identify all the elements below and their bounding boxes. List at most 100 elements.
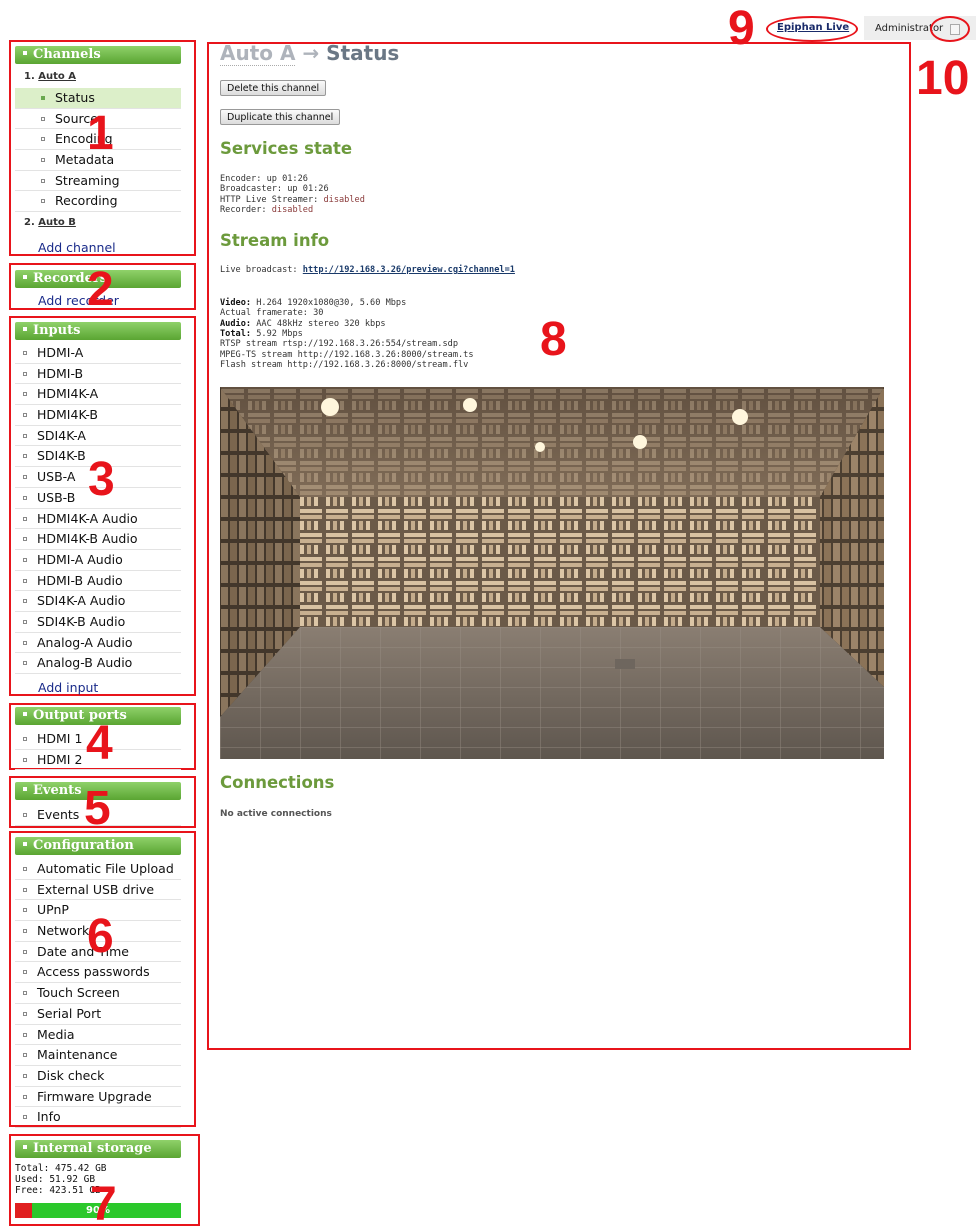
channel-nav-item-recording[interactable]: Recording <box>15 191 181 213</box>
broadcaster-status: Broadcaster: up 01:26 <box>220 184 329 195</box>
config-item-serial-port[interactable]: Serial Port <box>15 1004 181 1025</box>
input-item-label: HDMI-A <box>37 345 84 360</box>
bullet-square-icon <box>23 599 27 604</box>
config-item-label: Touch Screen <box>37 985 120 1001</box>
framerate-info: Actual framerate: 30 <box>220 308 324 319</box>
no-connections-text: No active connections <box>220 809 332 819</box>
storage-used: Used: 51.92 GB <box>15 1174 96 1185</box>
config-item-label: Media <box>37 1026 75 1042</box>
live-broadcast-link[interactable]: http://192.168.3.26/preview.cgi?channel=… <box>303 265 515 275</box>
duplicate-channel-button[interactable]: Duplicate this channel <box>220 109 341 125</box>
config-item-info[interactable]: Info <box>15 1107 181 1128</box>
input-item-hdmi-a-audio[interactable]: HDMI-A Audio <box>15 550 181 571</box>
input-item-hdmi4k-b-audio[interactable]: HDMI4K-B Audio <box>15 529 181 550</box>
audio-value: AAC 48kHz stereo 320 kbps <box>251 318 386 329</box>
storage-total: Total: 475.42 GB <box>15 1163 107 1174</box>
channel-nav-item-status[interactable]: Status <box>15 88 181 109</box>
input-item-hdmi-a[interactable]: HDMI-A <box>15 343 181 364</box>
channel-nav-item-label: Status <box>55 90 95 105</box>
config-item-external-usb-drive[interactable]: External USB drive <box>15 880 181 901</box>
services-state-heading: Services state <box>220 139 353 158</box>
bullet-square-icon <box>23 970 27 975</box>
bullet-square-icon <box>23 867 27 871</box>
config-item-touch-screen[interactable]: Touch Screen <box>15 983 181 1004</box>
annotation-number-9: 9 <box>728 2 755 55</box>
bullet-square-icon <box>23 392 27 397</box>
config-item-maintenance[interactable]: Maintenance <box>15 1045 181 1066</box>
annotation-number-5: 5 <box>84 782 111 835</box>
bullet-square-icon <box>23 757 27 762</box>
add-input-link[interactable]: Add input <box>38 680 98 695</box>
input-item-label: HDMI-B <box>37 365 84 381</box>
channels-panel-header[interactable]: Channels <box>15 46 181 64</box>
input-item-sdi4k-a[interactable]: SDI4K-A <box>15 426 181 447</box>
bullet-square-icon <box>23 495 27 500</box>
channel-2-link[interactable]: 2. Auto B <box>24 217 76 228</box>
annotation-number-3: 3 <box>88 453 115 506</box>
input-item-hdmi4k-b[interactable]: HDMI4K-B <box>15 405 181 426</box>
bullet-square-icon <box>23 1032 27 1037</box>
bullet-square-icon <box>23 537 27 542</box>
channel-nav-item-streaming[interactable]: Streaming <box>15 171 181 192</box>
hls-value: disabled <box>323 194 365 205</box>
input-item-analog-b-audio[interactable]: Analog-B Audio <box>15 653 181 674</box>
storage-panel-header[interactable]: Internal storage <box>15 1140 181 1158</box>
annotation-number-6: 6 <box>87 910 114 963</box>
config-item-disk-check[interactable]: Disk check <box>15 1066 181 1087</box>
config-item-access-passwords[interactable]: Access passwords <box>15 962 181 984</box>
input-item-hdmi-b[interactable]: HDMI-B <box>15 364 181 385</box>
video-info: Video: H.264 1920x1080@30, 5.60 Mbps <box>220 298 406 308</box>
input-item-hdmi4k-a-audio[interactable]: HDMI4K-A Audio <box>15 509 181 530</box>
configuration-panel-header[interactable]: Configuration <box>15 837 181 855</box>
epiphan-live-link[interactable]: Epiphan Live <box>777 22 849 33</box>
input-item-label: HDMI4K-A Audio <box>37 510 138 526</box>
annotation-number-2: 2 <box>87 263 114 316</box>
input-item-label: HDMI4K-B <box>37 407 98 423</box>
config-item-automatic-file-upload[interactable]: Automatic File Upload <box>15 859 181 880</box>
mpegts-info: MPEG-TS stream http://192.168.3.26:8000/… <box>220 349 474 360</box>
recorder-value: disabled <box>271 204 314 215</box>
config-item-label: UPnP <box>37 902 69 918</box>
config-item-firmware-upgrade[interactable]: Firmware Upgrade <box>15 1087 181 1108</box>
bullet-square-icon <box>41 137 45 142</box>
hls-status: HTTP Live Streamer: disabled <box>220 195 365 205</box>
title-page: Status <box>326 41 400 65</box>
config-item-label: Maintenance <box>37 1047 118 1063</box>
input-item-hdmi-b-audio[interactable]: HDMI-B Audio <box>15 571 181 592</box>
bullet-square-icon <box>23 737 27 741</box>
delete-channel-button[interactable]: Delete this channel <box>220 80 327 96</box>
config-item-media[interactable]: Media <box>15 1025 181 1046</box>
input-item-sdi4k-a-audio[interactable]: SDI4K-A Audio <box>15 591 181 612</box>
connections-heading: Connections <box>220 773 335 792</box>
bullet-square-icon <box>23 887 27 892</box>
input-item-label: Analog-B Audio <box>37 655 133 671</box>
stream-info-heading: Stream info <box>220 231 330 250</box>
title-channel[interactable]: Auto A <box>220 41 296 66</box>
page-title: Auto A → Status <box>220 41 400 66</box>
flash-info: Flash stream http://192.168.3.26:8000/st… <box>220 359 469 370</box>
total-value: 5.92 Mbps <box>251 328 303 339</box>
channel-1-heading[interactable]: 1. Auto A <box>24 71 76 82</box>
input-item-hdmi4k-a[interactable]: HDMI4K-A <box>15 384 181 406</box>
add-channel-link[interactable]: Add channel <box>38 240 116 255</box>
annotation-number-10: 10 <box>916 52 970 105</box>
live-broadcast-label: Live broadcast: <box>220 265 303 275</box>
storage-free: Free: 423.51 GB <box>15 1185 101 1196</box>
inputs-nav: HDMI-A HDMI-B HDMI4K-A HDMI4K-B SDI4K-A SDI4K… <box>15 343 181 674</box>
bullet-square-icon <box>23 1053 27 1058</box>
encoder-status: Encoder: up 01:26 <box>220 174 308 184</box>
input-item-label: Analog-A Audio <box>37 634 133 650</box>
config-item-label: Automatic File Upload <box>37 861 174 876</box>
bullet-square-icon <box>23 991 27 996</box>
annotation-number-7: 7 <box>90 1178 117 1231</box>
input-item-sdi4k-b-audio[interactable]: SDI4K-B Audio <box>15 612 181 633</box>
recorder-label: Recorder: <box>220 204 272 215</box>
bullet-square-icon <box>41 199 45 204</box>
title-arrow: → <box>302 41 320 65</box>
input-item-analog-a-audio[interactable]: Analog-A Audio <box>15 633 181 654</box>
input-item-label: USB-B <box>37 489 76 505</box>
config-item-label: Firmware Upgrade <box>37 1088 152 1104</box>
inputs-panel-header[interactable]: Inputs <box>15 322 181 340</box>
input-item-label: HDMI-B Audio <box>37 572 123 588</box>
config-item-label: Date and Time <box>37 943 129 959</box>
